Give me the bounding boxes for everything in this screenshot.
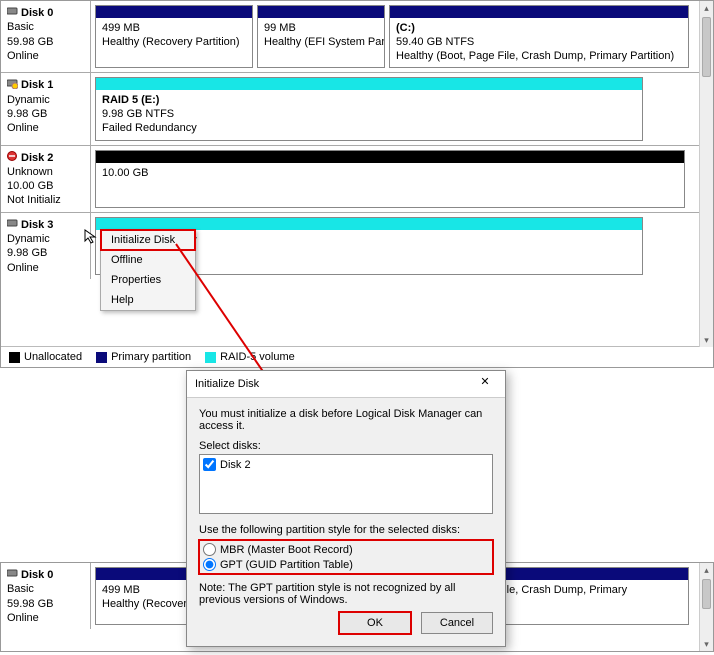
legend-raid5: RAID-5 volume [205,351,295,363]
legend-bar: Unallocated Primary partition RAID-5 vol… [1,346,699,367]
disk-row[interactable]: Disk 1Dynamic9.98 GBOnlineRAID 5 (E:)9.9… [1,73,713,145]
disk-management-top-panel: Disk 0Basic59.98 GBOnline499 MBHealthy (… [0,0,714,368]
partition-status: Healthy (Recovery Partition) [102,36,246,50]
context-menu-item[interactable]: Offline [101,250,195,270]
scrollbar-up-arrow[interactable]: ▴ [700,1,713,15]
disk2-checkbox[interactable] [203,458,216,471]
legend-raid5-label: RAID-5 volume [220,351,295,363]
disk-icon [7,218,18,229]
mbr-radio-label: MBR (Master Boot Record) [220,544,353,556]
partition-color-bar [390,6,688,18]
partition-style-radio-group: MBR (Master Boot Record) GPT (GUID Parti… [199,540,493,574]
select-disks-listbox[interactable]: Disk 2 [199,454,493,514]
context-menu-item[interactable]: Properties [101,270,195,290]
disk-status: Online [7,121,84,135]
disk-type: Basic [7,20,84,34]
disk-header[interactable]: Disk 0Basic59.98 GBOnline [1,1,91,72]
select-disks-label: Select disks: [199,440,493,452]
disk-status: Not Initializ [7,193,84,207]
gpt-radio-row[interactable]: GPT (GUID Partition Table) [203,557,489,572]
partition-size: 499 MB [102,22,246,36]
partition-color-bar [96,218,642,230]
context-menu-item[interactable]: Initialize Disk [101,230,195,250]
disk-type: Dynamic [7,232,84,246]
initialize-disk-dialog: Initialize Disk ✕ You must initialize a … [186,370,506,647]
partition-status: Failed Redundancy [102,122,636,136]
partition-size: 59.40 GB NTFS [396,36,682,50]
partitions-container: RAID 5 (E:)9.98 GB NTFSFailed Redundancy [91,73,713,144]
disk-type: Basic [7,582,84,596]
partition-color-bar [258,6,384,18]
disk-size: 10.00 GB [7,179,84,193]
partition-size: 10.00 GB [102,167,678,181]
partitions-container: 499 MBHealthy (Recovery Partition)99 MBH… [91,1,713,72]
disk-type: Dynamic [7,93,84,107]
legend-primary: Primary partition [96,351,191,363]
cancel-button[interactable]: Cancel [421,612,493,634]
partition[interactable]: 10.00 GB [95,150,685,208]
disk-header[interactable]: Disk 1Dynamic9.98 GBOnline [1,73,91,144]
close-icon[interactable]: ✕ [473,375,497,393]
gpt-note-text: Note: The GPT partition style is not rec… [199,582,493,606]
disk-row[interactable]: Disk 0Basic59.98 GBOnline499 MBHealthy (… [1,1,713,73]
partition-status: Healthy (Boot, Page File, Crash Dump, Pr… [396,50,682,64]
disk-size: 9.98 GB [7,246,84,260]
gpt-radio-label: GPT (GUID Partition Table) [220,559,353,571]
gpt-radio[interactable] [203,558,216,571]
scrollbar-down-arrow[interactable]: ▾ [700,333,713,347]
partition-style-label: Use the following partition style for th… [199,524,493,536]
ok-button[interactable]: OK [339,612,411,634]
legend-unallocated-label: Unallocated [24,351,82,363]
scrollbar-thumb[interactable] [702,17,711,77]
scrollbar-thumb[interactable] [702,579,711,609]
scrollbar-down-arrow[interactable]: ▾ [700,637,713,651]
disk-status: Online [7,611,84,625]
partition-color-bar [96,151,684,163]
legend-unallocated: Unallocated [9,351,82,363]
disk-icon [7,78,18,89]
dialog-title: Initialize Disk [195,378,259,390]
disk-type: Unknown [7,165,84,179]
mbr-radio[interactable] [203,543,216,556]
context-menu-item[interactable]: Help [101,290,195,310]
cursor-icon [84,229,100,245]
disk-icon [7,568,18,579]
partition[interactable]: 499 MBHealthy (Recovery Partition) [95,5,253,68]
partitions-container: 10.00 GB [91,146,713,212]
disk2-checkbox-label: Disk 2 [220,459,251,471]
partition-size: 9.98 GB NTFS [102,108,636,122]
disk-header[interactable]: Disk 3Dynamic9.98 GBOnline [1,213,91,279]
partition-color-bar [96,78,642,90]
disk-row[interactable]: Disk 2Unknown10.00 GBNot Initializ10.00 … [1,146,713,213]
disk-size: 59.98 GB [7,597,84,611]
partition-status: Healthy (EFI System Partit [264,36,378,50]
partition-size: 99 MB [264,22,378,36]
scrollbar-up-arrow[interactable]: ▴ [700,563,713,577]
disk-checkbox-row[interactable]: Disk 2 [203,458,489,471]
disk-icon [7,6,18,17]
disk-size: 9.98 GB [7,107,84,121]
disk-size: 59.98 GB [7,35,84,49]
mbr-radio-row[interactable]: MBR (Master Boot Record) [203,542,489,557]
partition[interactable]: RAID 5 (E:)9.98 GB NTFSFailed Redundancy [95,77,643,140]
context-menu: Initialize DiskOfflinePropertiesHelp [100,229,196,311]
scrollbar-vertical-bottom[interactable]: ▴ ▾ [699,563,713,651]
disk-header[interactable]: Disk 2Unknown10.00 GBNot Initializ [1,146,91,212]
partition-title: RAID 5 (E:) [102,94,636,108]
dialog-intro-text: You must initialize a disk before Logica… [199,408,493,432]
partition-title: (C:) [396,22,682,36]
legend-primary-label: Primary partition [111,351,191,363]
partition-color-bar [96,6,252,18]
dialog-titlebar: Initialize Disk ✕ [187,371,505,398]
partition[interactable]: 99 MBHealthy (EFI System Partit [257,5,385,68]
disk-status: Online [7,261,84,275]
disk-status: Online [7,49,84,63]
disk-icon [7,151,18,162]
partition[interactable]: (C:)59.40 GB NTFSHealthy (Boot, Page Fil… [389,5,689,68]
scrollbar-vertical[interactable]: ▴ ▾ [699,1,713,347]
disk-header[interactable]: Disk 0Basic59.98 GBOnline [1,563,91,629]
